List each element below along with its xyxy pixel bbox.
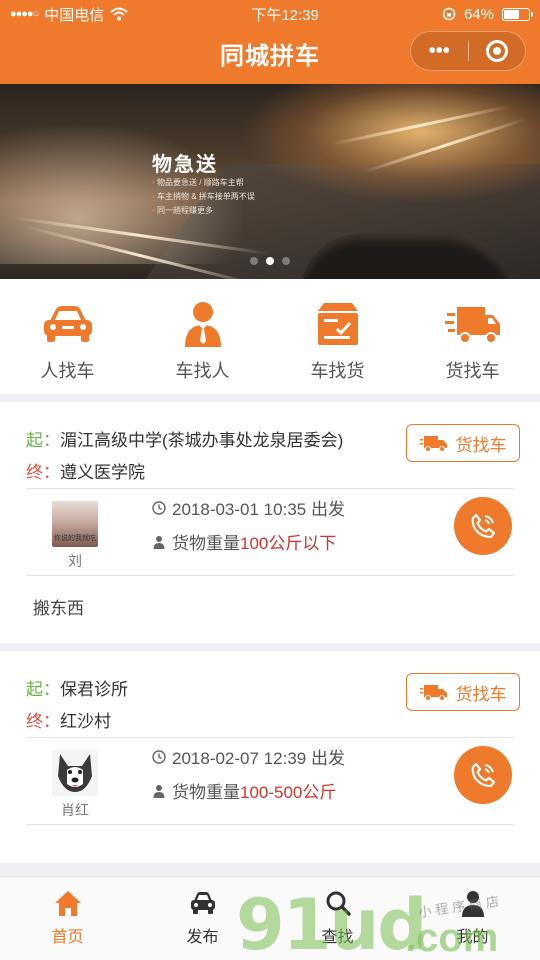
cargo-weight: 货物重量100公斤以下 [152,529,336,554]
cargo-box-icon [317,303,358,345]
user-icon [461,891,484,917]
truck-icon [419,685,447,701]
departure-text: 2018-02-07 12:39 出发 [172,749,345,768]
banner-line: 同一趟程赚更多 [152,204,255,218]
departure-text: 2018-03-01 10:35 出发 [172,500,345,519]
truck-icon [444,307,500,344]
weight-value: 100公斤以下 [240,534,337,553]
avatar[interactable] [52,750,98,796]
close-button[interactable] [469,32,526,70]
weight-value: 100-500公斤 [240,783,337,802]
carousel-dot[interactable] [282,257,290,265]
battery-percent: 64% [463,5,494,23]
user-name: 肖红 [61,802,89,818]
category-grid: 人找车 车找人 车找货 货找车 [0,279,540,394]
listing-details: 你说的我就吃 刘 2018-03-01 10:35 出发 货物重量100公斤以下 [0,489,540,575]
truck-icon [419,436,447,452]
carrier-label: 中国电信 [44,6,105,24]
banner-title: 物急送 [152,154,218,176]
top-bar: ●●●●○ 中国电信 下午12:39 64% 同城拼车 ••• [0,0,540,84]
banner-glow [240,84,540,204]
tab-label: 发布 [186,929,219,946]
status-bar: ●●●●○ 中国电信 下午12:39 64% [0,0,540,28]
carousel-dot[interactable] [250,257,258,265]
dog-avatar-icon [58,754,92,792]
phone-icon [471,762,496,788]
banner-line: 车主捎物 & 拼车接单两不误 [152,190,255,204]
tab-home[interactable]: 首页 [0,877,135,960]
start-label: 起： [26,430,60,450]
start-location: 湄江高级中学(茶城办事处龙泉居委会) [60,430,344,450]
category-label: 车找货 [310,361,365,381]
tab-label: 查找 [321,929,354,946]
clock-icon [152,500,166,515]
end-location: 红沙村 [60,711,111,731]
mini-program-capsule: ••• [410,31,526,71]
tab-label: 首页 [51,929,84,946]
departure-time: 2018-02-07 12:39 出发 [152,744,345,769]
start-label: 起： [26,679,60,699]
user-name: 刘 [68,553,82,569]
listing-details: 肖红 2018-02-07 12:39 出发 货物重量100-500公斤 [0,738,540,824]
phone-icon [471,513,496,539]
call-button[interactable] [454,746,512,804]
avatar-caption: 你说的我就吃 [54,535,96,542]
route-info: 起： 湄江高级中学(茶城办事处龙泉居委会) 终： 遵义医学院 货找车 [0,402,540,488]
rotation-lock-icon [442,7,456,21]
bottom-tab-bar: 首页 发布 查找 我的 [0,876,540,960]
signal-icon: ●●●●○ [10,8,39,20]
category-passenger-seek-car[interactable]: 人找车 [0,279,135,394]
home-icon [54,891,81,916]
end-label: 终： [26,711,60,731]
end-label: 终： [26,462,60,482]
target-icon [485,40,508,62]
clock-icon [152,749,166,764]
category-label: 人找车 [40,361,95,381]
category-label: 车找人 [175,361,230,381]
weight-label: 货物重量 [172,783,240,802]
battery-icon [501,7,533,21]
car-icon [43,306,92,342]
category-car-seek-cargo[interactable]: 车找货 [270,279,405,394]
weight-label: 货物重量 [172,534,240,553]
tag-label: 货找车 [455,435,507,455]
listing-note: 搬东西 [33,598,84,618]
cargo-weight: 货物重量100-500公斤 [152,778,336,803]
listing-card[interactable]: 起： 保君诊所 终： 红沙村 货找车 肖红 2018-02-07 12:39 出… [0,651,540,863]
more-button[interactable]: ••• [411,32,468,70]
banner-lines: 物品要急送 / 顺路车主帮 车主捎物 & 拼车接单两不误 同一趟程赚更多 [152,176,255,218]
category-car-seek-passenger[interactable]: 车找人 [135,279,270,394]
carousel-dots [0,257,540,265]
banner-line: 物品要急送 / 顺路车主帮 [152,176,255,190]
promo-banner[interactable]: 物急送 物品要急送 / 顺路车主帮 车主捎物 & 拼车接单两不误 同一趟程赚更多 [0,84,540,279]
wifi-icon [110,7,128,21]
tab-mine[interactable]: 我的 [405,877,540,960]
call-button[interactable] [454,497,512,555]
listing-type-tag[interactable]: 货找车 [406,673,520,711]
category-cargo-seek-car[interactable]: 货找车 [405,279,540,394]
avatar[interactable]: 你说的我就吃 [52,501,98,547]
tab-search[interactable]: 查找 [270,877,405,960]
divider [26,824,514,825]
tab-label: 我的 [456,929,489,946]
tab-publish[interactable]: 发布 [135,877,270,960]
carousel-dot[interactable] [266,257,274,265]
search-icon [326,891,351,916]
end-location: 遵义医学院 [60,462,145,482]
listing-card[interactable]: 起： 湄江高级中学(茶城办事处龙泉居委会) 终： 遵义医学院 货找车 你说的我就… [0,402,540,643]
category-label: 货找车 [445,361,500,381]
start-location: 保君诊所 [60,679,128,699]
tag-label: 货找车 [455,684,507,704]
departure-time: 2018-03-01 10:35 出发 [152,495,345,520]
route-info: 起： 保君诊所 终： 红沙村 货找车 [0,651,540,737]
battery-fill [503,9,519,19]
user-icon [153,784,165,798]
listing-type-tag[interactable]: 货找车 [406,424,520,462]
status-time: 下午12:39 [251,6,319,24]
person-icon [184,302,221,347]
user-icon [153,535,165,549]
car-icon [190,892,215,914]
